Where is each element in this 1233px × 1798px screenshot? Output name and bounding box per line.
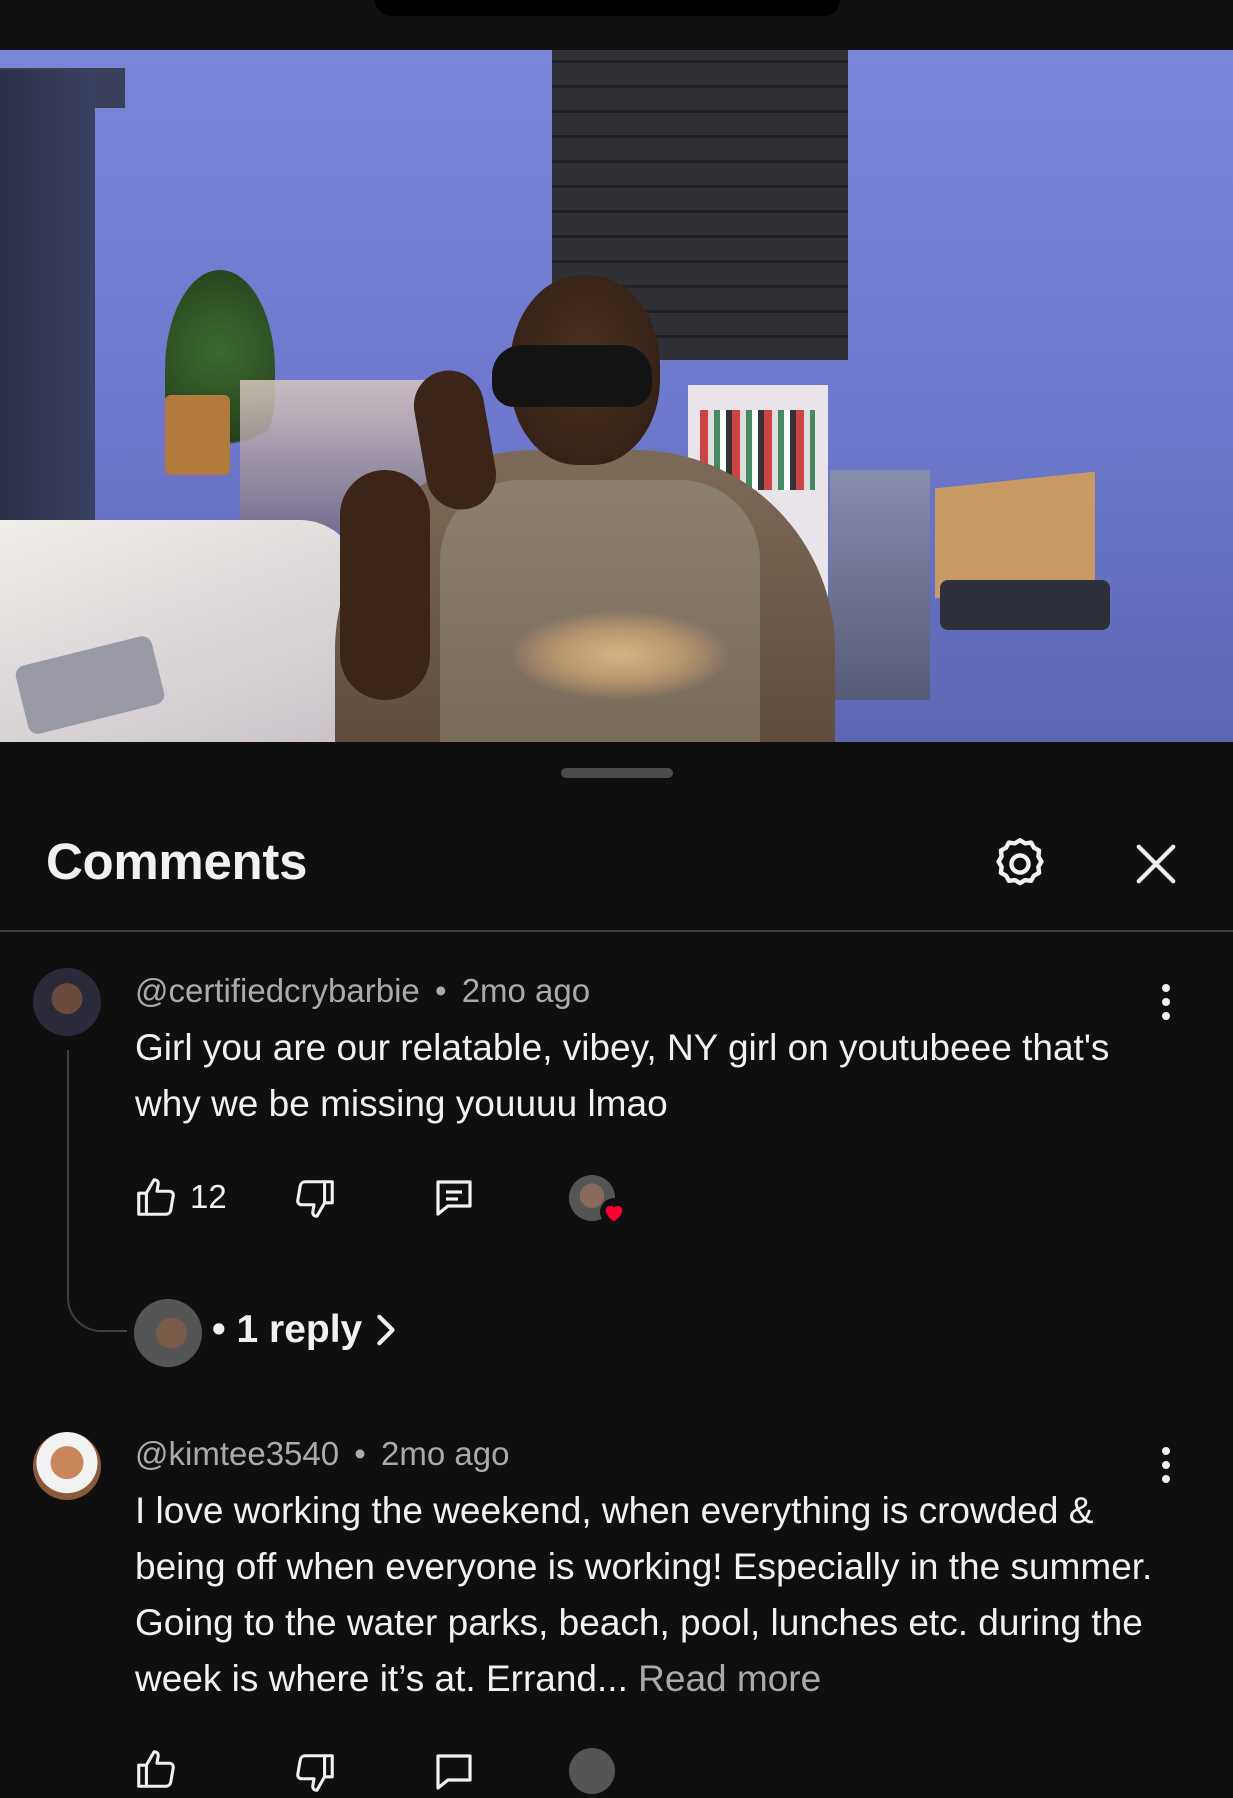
like-button[interactable] [132, 1744, 180, 1794]
video-scene-pot [165, 395, 230, 475]
video-scene-sunglasses [492, 345, 652, 407]
video-scene-print [510, 610, 730, 700]
comment-time: 2mo ago [381, 1435, 510, 1472]
close-icon [1136, 844, 1176, 884]
heart-icon [600, 1198, 628, 1226]
comment-time: 2mo ago [461, 972, 591, 1009]
comment-text: I love working the weekend, when everyth… [135, 1483, 1175, 1707]
video-scene-chair [940, 580, 1110, 630]
video-scene-cart [830, 470, 930, 700]
thumbs-up-icon [137, 1178, 175, 1216]
like-count: 12 [190, 1178, 227, 1215]
comment-avatar[interactable] [33, 968, 101, 1036]
gear-icon [996, 838, 1044, 886]
comments-title: Comments [46, 833, 308, 890]
camera-notch [375, 0, 840, 16]
reply-icon [436, 1754, 472, 1790]
video-scene-arm [340, 470, 430, 700]
thread-line [67, 1050, 127, 1332]
thumbs-down-icon [296, 1754, 334, 1792]
comment-author[interactable]: @certifiedcrybarbie [135, 972, 420, 1009]
more-vert-icon [1162, 1447, 1170, 1483]
drag-handle[interactable] [561, 768, 673, 778]
replies-link[interactable]: • 1 reply [212, 1308, 398, 1352]
comment-meta: @certifiedcrybarbie • 2mo ago [135, 972, 590, 1010]
video-player[interactable] [0, 50, 1233, 742]
chevron-right-icon [377, 1314, 395, 1346]
more-vert-icon [1162, 984, 1170, 1020]
close-button[interactable] [1122, 834, 1190, 894]
thumbs-up-icon [137, 1750, 175, 1788]
header-divider [0, 930, 1233, 932]
creator-heart-avatar [569, 1748, 615, 1794]
comment-author[interactable]: @kimtee3540 [135, 1435, 339, 1472]
dislike-button[interactable] [290, 1748, 340, 1798]
thumbs-down-icon [296, 1180, 334, 1218]
read-more-link[interactable]: Read more [638, 1658, 821, 1699]
meta-separator: • [434, 972, 447, 1009]
reply-button[interactable] [428, 1172, 480, 1224]
reply-avatar[interactable] [134, 1299, 202, 1367]
reply-button[interactable] [428, 1746, 480, 1798]
like-button[interactable] [132, 1172, 180, 1222]
reply-icon [436, 1180, 472, 1216]
comment-avatar[interactable] [33, 1432, 101, 1500]
replies-label: • 1 reply [212, 1308, 363, 1351]
comment-meta: @kimtee3540 • 2mo ago [135, 1435, 509, 1473]
settings-button[interactable] [984, 828, 1056, 900]
comment-text: Girl you are our relatable, vibey, NY gi… [135, 1027, 1110, 1124]
dislike-button[interactable] [290, 1174, 340, 1224]
status-bar [0, 0, 1233, 50]
meta-separator: • [354, 1435, 366, 1472]
